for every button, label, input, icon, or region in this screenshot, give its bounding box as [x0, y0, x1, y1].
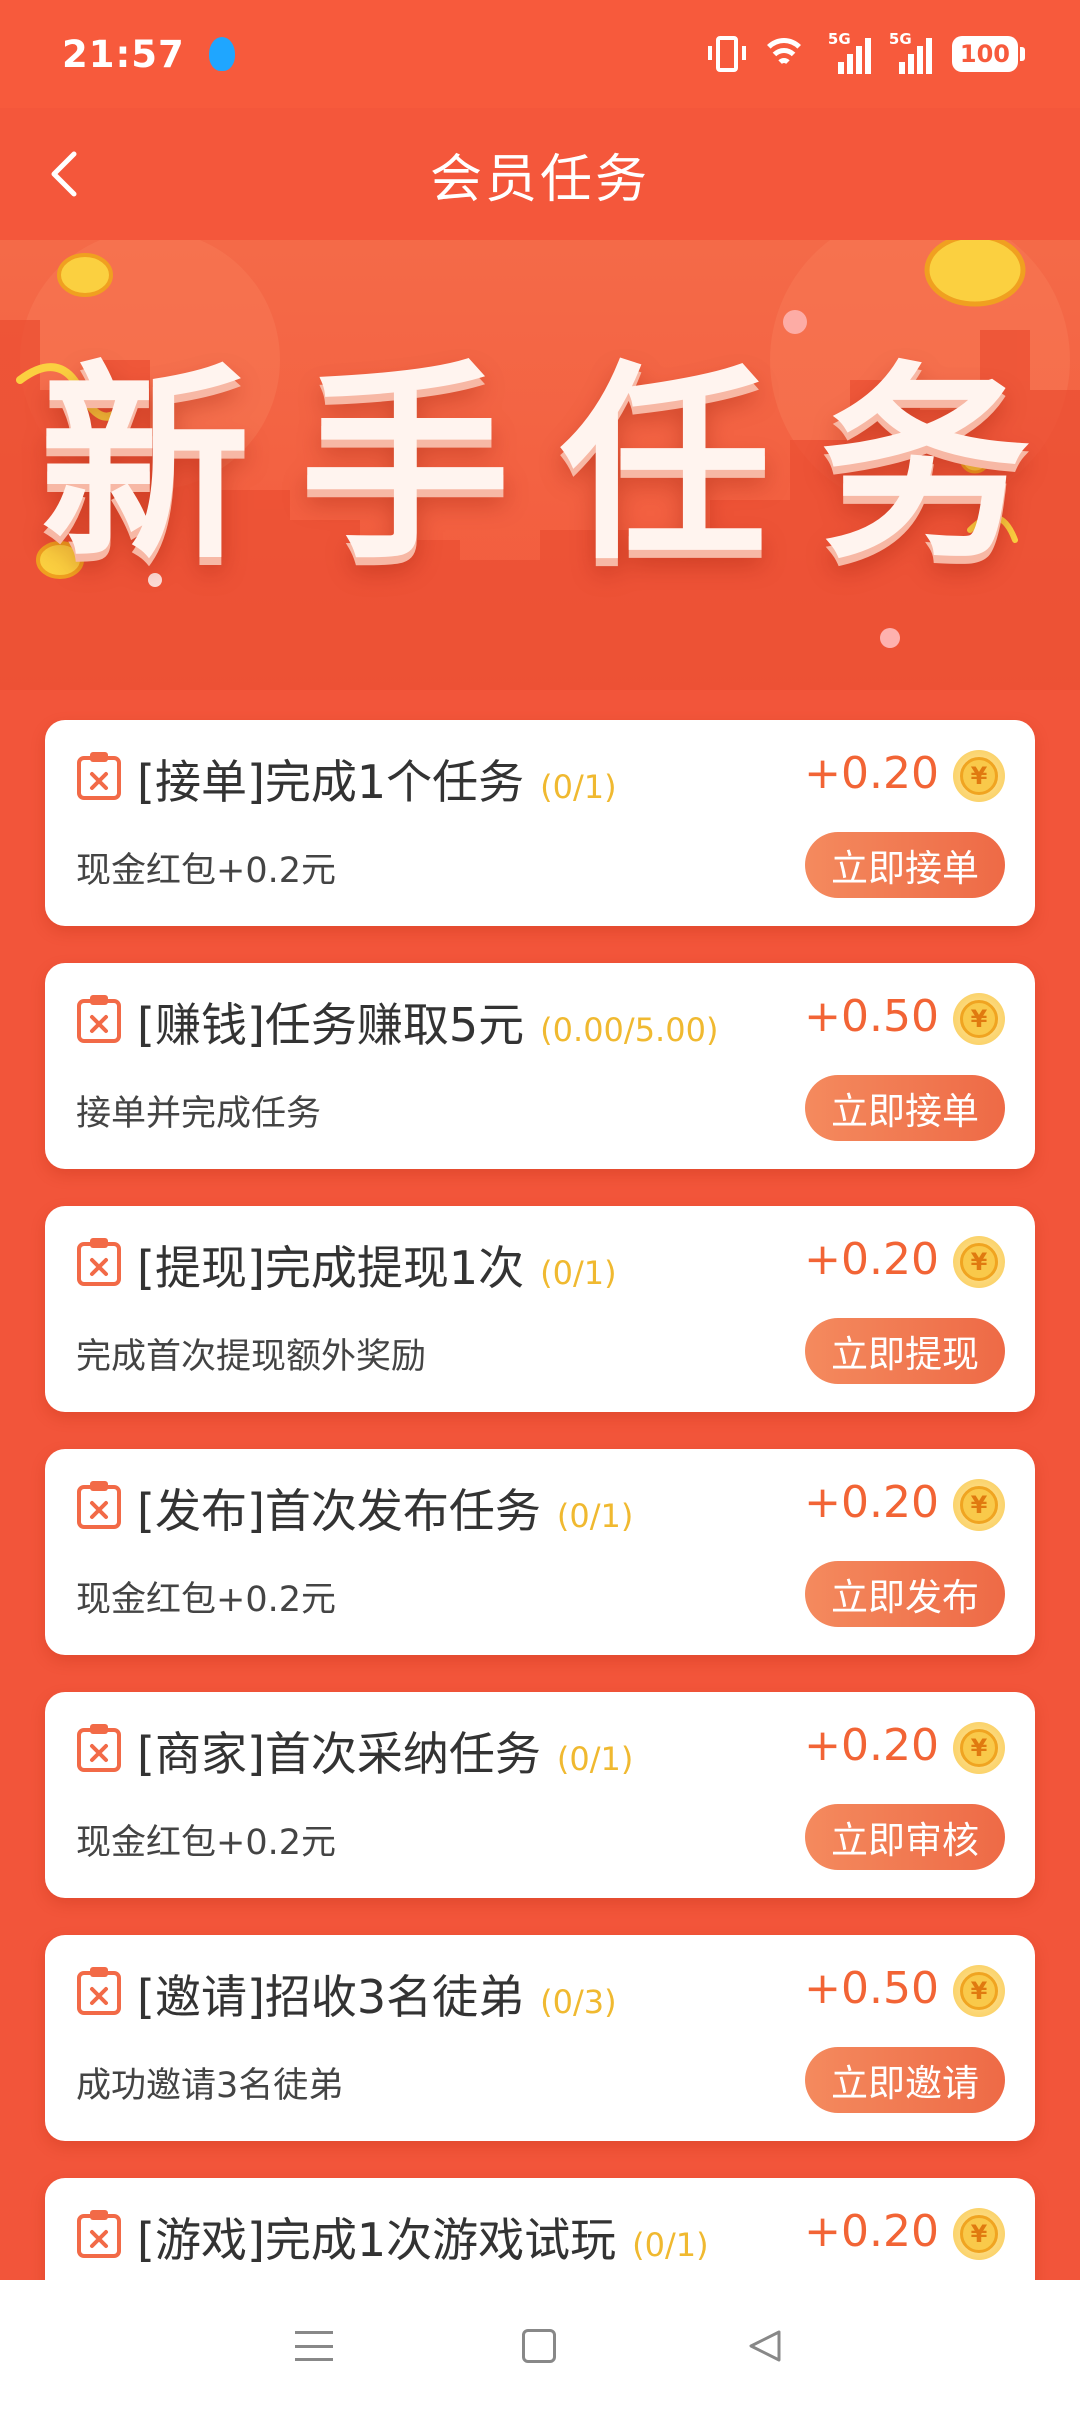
task-title-text: [游戏]完成1次游戏试玩	[137, 2213, 617, 2267]
task-title-text: [赚钱]任务赚取5元	[137, 998, 525, 1052]
task-description: 接单并完成任务	[76, 1094, 322, 1134]
task-description: 完成首次提现额外奖励	[76, 1337, 427, 1377]
task-title-text: [提现]完成提现1次	[137, 1241, 525, 1295]
clipboard-icon	[77, 1481, 121, 1529]
status-bar: 21:57 5G 5G 100	[0, 0, 1080, 108]
task-card: [赚钱]任务赚取5元 (0.00/5.00) +0.50 ¥ 接单并完成任务 立即…	[45, 963, 1035, 1169]
banner-title: 新手任务	[40, 343, 1080, 588]
task-card: [提现]完成提现1次 (0/1) +0.20 ¥ 完成首次提现额外奖励 立即提现	[45, 1206, 1035, 1412]
header: 会员任务	[0, 108, 1080, 240]
task-progress: (0.00/5.00)	[540, 1011, 719, 1049]
signal-icon-1: 5G	[828, 30, 871, 74]
task-title: [发布]首次发布任务 (0/1)	[137, 1475, 633, 1541]
task-title: [游戏]完成1次游戏试玩 (0/1)	[137, 2204, 709, 2270]
clipboard-icon	[77, 1238, 121, 1286]
battery-icon: 100	[951, 36, 1026, 72]
coin-symbol: ¥	[960, 2215, 998, 2253]
network-type-1: 5G	[827, 30, 851, 48]
clipboard-icon	[77, 1724, 121, 1772]
coin-symbol: ¥	[960, 1972, 998, 2010]
task-description: 现金红包+0.2元	[76, 1580, 336, 1620]
coin-symbol: ¥	[960, 1486, 998, 1524]
task-reward: +0.20	[804, 1234, 939, 1285]
withdraw-button[interactable]: 立即提现	[805, 1318, 1005, 1384]
task-title-text: [邀请]招收3名徒弟	[137, 1970, 525, 2024]
status-time: 21:57	[62, 32, 185, 76]
page-title: 会员任务	[429, 149, 650, 210]
signal-icon-2: 5G	[889, 30, 932, 74]
back-arrow-icon[interactable]	[40, 148, 92, 200]
task-reward: +0.50	[804, 991, 939, 1042]
task-title: [邀请]招收3名徒弟 (0/3)	[137, 1961, 617, 2027]
coin-icon: ¥	[953, 1236, 1005, 1288]
coin-icon: ¥	[953, 2208, 1005, 2260]
coin-symbol: ¥	[960, 1000, 998, 1038]
status-icons: 5G 5G 100	[707, 30, 1026, 74]
task-title: [商家]首次采纳任务 (0/1)	[137, 1718, 633, 1784]
task-title-text: [接单]完成1个任务	[137, 755, 525, 809]
recent-apps-icon[interactable]	[294, 2331, 333, 2361]
task-progress: (0/3)	[540, 1983, 617, 2021]
task-progress: (0/1)	[556, 1740, 634, 1778]
task-reward: +0.20	[804, 1477, 939, 1528]
task-title: [赚钱]任务赚取5元 (0.00/5.00)	[137, 989, 718, 1055]
home-icon[interactable]	[521, 2329, 556, 2363]
system-nav-bar	[0, 2280, 1080, 2412]
task-card: [邀请]招收3名徒弟 (0/3) +0.50 ¥ 成功邀请3名徒弟 立即邀请	[45, 1935, 1035, 2141]
take-order-button[interactable]: 立即接单	[805, 832, 1005, 898]
coin-icon: ¥	[953, 1965, 1005, 2017]
task-description: 现金红包+0.2元	[76, 1823, 336, 1863]
publish-button[interactable]: 立即发布	[805, 1561, 1005, 1627]
invite-button[interactable]: 立即邀请	[805, 2047, 1005, 2113]
coin-symbol: ¥	[960, 1729, 998, 1767]
banner: 新手任务	[0, 240, 1080, 690]
task-description: 现金红包+0.2元	[76, 851, 336, 891]
wifi-icon	[758, 34, 810, 74]
take-order-button[interactable]: 立即接单	[805, 1075, 1005, 1141]
clipboard-icon	[77, 995, 121, 1043]
task-progress: (0/1)	[540, 768, 617, 806]
task-progress: (0/1)	[540, 1254, 617, 1292]
vibrate-icon	[707, 36, 746, 72]
coin-icon: ¥	[953, 1722, 1005, 1774]
coin-icon: ¥	[953, 750, 1005, 802]
task-title-text: [发布]首次发布任务	[137, 1484, 541, 1538]
task-reward: +0.20	[804, 2206, 939, 2257]
task-list: [接单]完成1个任务 (0/1) +0.20 ¥ 现金红包+0.2元 立即接单 […	[45, 720, 1035, 2412]
qq-notification-icon	[208, 37, 235, 71]
task-reward: +0.20	[804, 1720, 939, 1771]
task-card: [发布]首次发布任务 (0/1) +0.20 ¥ 现金红包+0.2元 立即发布	[45, 1449, 1035, 1655]
task-title: [接单]完成1个任务 (0/1)	[137, 746, 617, 812]
clipboard-icon	[77, 1967, 121, 2015]
coin-icon: ¥	[953, 1479, 1005, 1531]
task-title: [提现]完成提现1次 (0/1)	[137, 1232, 617, 1298]
nav-back-icon[interactable]	[745, 2326, 785, 2366]
task-card: [接单]完成1个任务 (0/1) +0.20 ¥ 现金红包+0.2元 立即接单	[45, 720, 1035, 926]
task-title-text: [商家]首次采纳任务	[137, 1727, 541, 1781]
task-reward: +0.20	[804, 748, 939, 799]
task-card: [商家]首次采纳任务 (0/1) +0.20 ¥ 现金红包+0.2元 立即审核	[45, 1692, 1035, 1898]
coin-symbol: ¥	[960, 757, 998, 795]
coin-symbol: ¥	[960, 1243, 998, 1281]
clipboard-icon	[77, 752, 121, 800]
task-progress: (0/1)	[556, 1497, 634, 1535]
clipboard-icon	[77, 2210, 121, 2258]
task-description: 成功邀请3名徒弟	[76, 2066, 344, 2106]
review-button[interactable]: 立即审核	[805, 1804, 1005, 1870]
coin-icon: ¥	[953, 993, 1005, 1045]
network-type-2: 5G	[888, 30, 912, 48]
task-reward: +0.50	[804, 1963, 939, 2014]
task-progress: (0/1)	[632, 2226, 709, 2264]
